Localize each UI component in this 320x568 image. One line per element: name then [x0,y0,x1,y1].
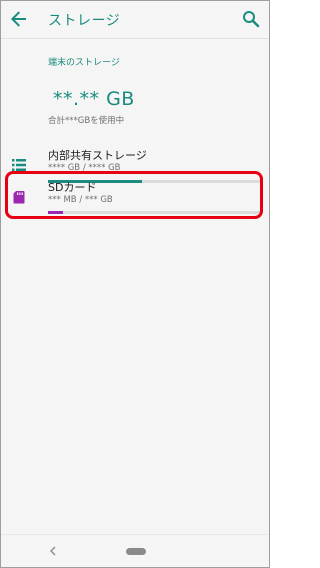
sd-card-icon [13,191,25,204]
storage-item-sd-card[interactable]: SDカード *** MB / *** GB [1,173,269,217]
chevron-left-icon [50,546,56,556]
arrow-back-icon [11,11,26,27]
screen: ストレージ 端末のストレージ **.** GB 合計***GBを使用中 内部共有… [0,0,270,568]
storage-item-detail: *** MB / *** GB [48,195,113,205]
storage-usage-bar [48,211,261,214]
storage-item-label: 内部共有ストレージ [48,149,147,162]
storage-item-label: SDカード [48,181,97,194]
storage-usage-bar-fill [48,211,63,214]
search-icon [243,11,260,28]
back-button[interactable] [7,7,31,31]
total-used-value: **.** GB [53,88,135,110]
system-nav-bar [1,534,269,567]
total-used-caption: 合計***GBを使用中 [48,116,125,126]
search-button[interactable] [239,7,263,31]
nav-home-pill[interactable] [126,548,146,555]
list-icon [12,159,26,171]
app-bar: ストレージ [1,1,269,39]
storage-item-detail: **** GB / **** GB [48,163,121,173]
page-title: ストレージ [48,13,121,29]
section-header-device-storage: 端末のストレージ [48,58,120,68]
nav-back-button[interactable] [47,543,59,557]
